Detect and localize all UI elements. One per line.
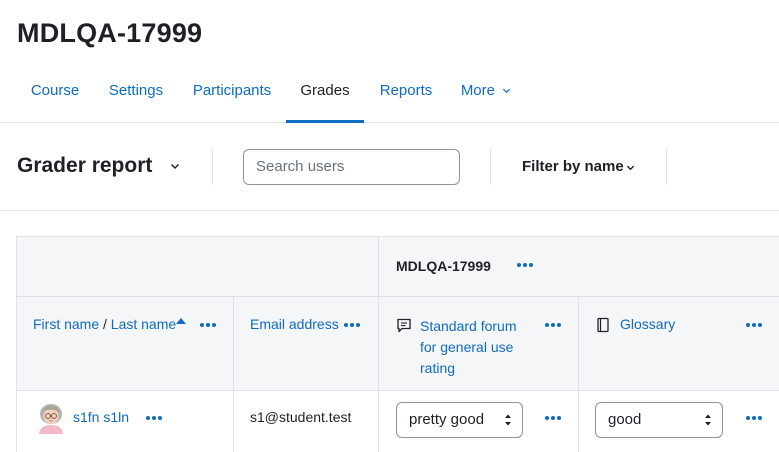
more-dots-icon[interactable] [200, 322, 216, 328]
header-separator: / [103, 316, 107, 332]
category-header-cell: MDLQA-17999 [379, 237, 779, 297]
chevron-down-icon [503, 88, 511, 94]
select-updown-icon [705, 414, 711, 426]
table-row-glossary-cell: good [579, 391, 779, 452]
forum-icon [397, 318, 411, 333]
forum-title-line: for general use [420, 339, 514, 355]
forum-header-cell: Standard forum for general use rating [379, 297, 579, 391]
student-email: s1@student.test [250, 409, 352, 425]
report-selector[interactable]: Grader report [17, 154, 152, 178]
email-header-cell: Email address [234, 297, 379, 391]
tab-label: Course [30, 82, 80, 99]
more-dots-icon[interactable] [344, 322, 360, 328]
secondary-navigation: Course Settings Participants Grades Repo… [0, 70, 779, 123]
tab-settings[interactable]: Settings [94, 70, 178, 123]
glossary-header-cell: Glossary [579, 297, 779, 391]
select-updown-icon [505, 414, 511, 426]
search-users-input[interactable]: Search users [243, 149, 460, 185]
forum-grade-value: pretty good [409, 411, 485, 428]
more-dots-icon[interactable] [746, 322, 762, 328]
tab-label: Grades [300, 82, 350, 99]
report-toolbar: Grader report Search users Filter by nam… [0, 123, 779, 211]
filter-by-name-button[interactable]: Filter by name [522, 158, 624, 175]
category-name: MDLQA-17999 [396, 258, 491, 274]
glossary-grade-value: good [608, 411, 642, 428]
forum-grade-select[interactable]: pretty good [396, 402, 523, 438]
divider [666, 149, 667, 185]
more-dots-icon[interactable] [517, 262, 533, 268]
tab-label: Participants [192, 82, 272, 99]
more-dots-icon[interactable] [146, 415, 162, 421]
forum-grade-item-link[interactable]: Standard forum for general use rating [420, 316, 517, 379]
grader-table: MDLQA-17999 First name / Last name Email… [16, 236, 779, 452]
tab-course[interactable]: Course [17, 70, 93, 123]
glossary-icon [597, 317, 609, 333]
tab-participants[interactable]: Participants [179, 70, 285, 123]
empty-header-cell [17, 237, 379, 297]
course-title: MDLQA-17999 [17, 18, 203, 48]
table-row-forum-cell: pretty good [379, 391, 579, 452]
glossary-grade-item-link[interactable]: Glossary [620, 316, 675, 332]
more-dots-icon[interactable] [545, 322, 561, 328]
tab-reports[interactable]: Reports [365, 70, 447, 123]
forum-title-line: rating [420, 360, 456, 376]
tab-label: Reports [379, 82, 433, 99]
tab-label: Settings [108, 82, 164, 99]
table-row-email-cell: s1@student.test [234, 391, 379, 452]
divider [490, 149, 491, 185]
chevron-down-icon[interactable] [626, 163, 635, 172]
more-dots-icon[interactable] [746, 415, 762, 421]
divider [212, 149, 213, 185]
email-sort-link[interactable]: Email address [250, 316, 339, 332]
sort-ascending-icon [176, 318, 186, 324]
last-name-sort-link[interactable]: Last name [111, 316, 176, 332]
tab-grades[interactable]: Grades [286, 70, 364, 123]
tab-label: More [460, 82, 495, 99]
forum-title-line: Standard forum [420, 318, 517, 334]
avatar[interactable] [37, 403, 65, 435]
tab-more[interactable]: More [448, 70, 524, 123]
student-name-link[interactable]: s1fn s1ln [73, 409, 129, 425]
chevron-down-icon[interactable] [170, 161, 180, 171]
first-name-sort-link[interactable]: First name [33, 316, 99, 332]
glossary-grade-select[interactable]: good [595, 402, 723, 438]
name-header-cell: First name / Last name [17, 297, 234, 391]
more-dots-icon[interactable] [545, 415, 561, 421]
